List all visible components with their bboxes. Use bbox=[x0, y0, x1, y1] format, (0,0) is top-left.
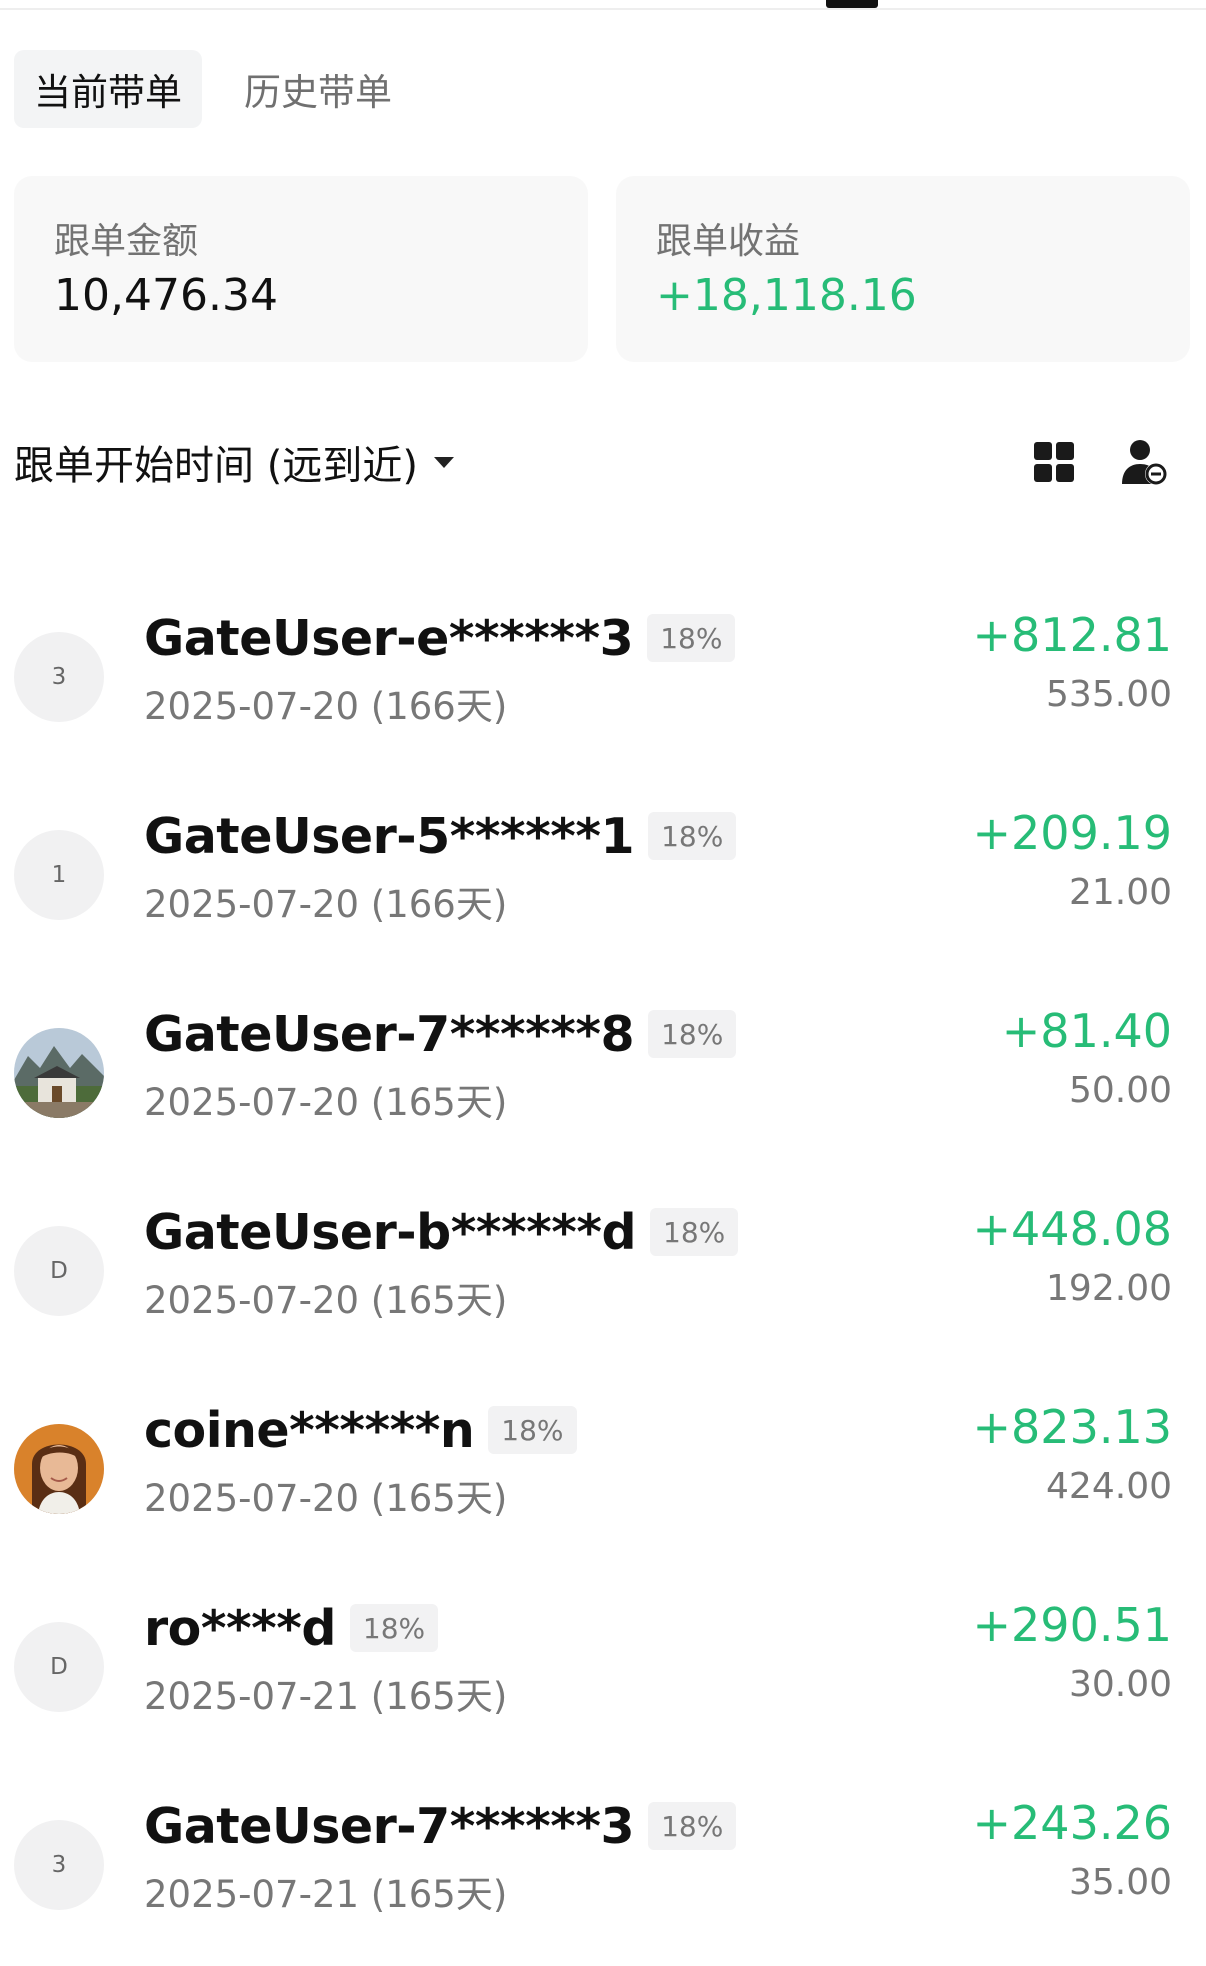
user-remove-icon[interactable] bbox=[1120, 438, 1168, 486]
share-rate-badge: 18% bbox=[488, 1406, 577, 1454]
follower-profit: +81.40 bbox=[1001, 1004, 1172, 1058]
copy-profit-card: 跟单收益 +18,118.16 bbox=[616, 176, 1190, 362]
share-rate-badge: 18% bbox=[648, 1010, 737, 1058]
follow-start-date: 2025-07-20 (165天) bbox=[144, 1279, 508, 1322]
follower-amount: 192.00 bbox=[1046, 1268, 1172, 1309]
top-divider bbox=[0, 8, 1206, 10]
follower-row[interactable]: 3 GateUser-e******3 18% 2025-07-20 (166天… bbox=[0, 600, 1206, 740]
follow-start-date: 2025-07-21 (165天) bbox=[144, 1873, 508, 1916]
avatar: 3 bbox=[14, 632, 104, 722]
avatar: 1 bbox=[14, 830, 104, 920]
top-tab-indicator bbox=[826, 0, 878, 8]
follower-amount: 30.00 bbox=[1068, 1664, 1172, 1705]
share-rate-badge: 18% bbox=[648, 812, 737, 860]
follower-name: GateUser-e******3 bbox=[144, 609, 634, 667]
sort-label: 跟单开始时间 (远到近) bbox=[14, 443, 418, 489]
follower-amount: 21.00 bbox=[1068, 872, 1172, 913]
follower-amount: 35.00 bbox=[1068, 1862, 1172, 1903]
share-rate-badge: 18% bbox=[349, 1604, 439, 1652]
follower-name: GateUser-b******d bbox=[144, 1203, 637, 1261]
follower-profit: +243.26 bbox=[972, 1796, 1173, 1850]
grid-icon[interactable] bbox=[1034, 442, 1074, 482]
copy-amount-card: 跟单金额 10,476.34 bbox=[14, 176, 588, 362]
tab-current-orders[interactable]: 当前带单 bbox=[14, 50, 202, 128]
follower-name: GateUser-5******1 bbox=[144, 807, 635, 865]
avatar: D bbox=[14, 1226, 104, 1316]
follower-name: GateUser-7******3 bbox=[144, 1797, 635, 1855]
follower-row[interactable]: GateUser-7******8 18% 2025-07-20 (165天) … bbox=[0, 996, 1206, 1136]
copy-profit-value: +18,118.16 bbox=[656, 270, 917, 321]
caret-down-icon bbox=[433, 456, 454, 468]
follower-row[interactable]: coine******n 18% 2025-07-20 (165天) +823.… bbox=[0, 1392, 1206, 1532]
follower-profit: +448.08 bbox=[972, 1202, 1173, 1256]
follower-row[interactable]: 3 GateUser-7******3 18% 2025-07-21 (165天… bbox=[0, 1788, 1206, 1928]
avatar: 3 bbox=[14, 1820, 104, 1910]
follower-row[interactable]: 1 GateUser-5******1 18% 2025-07-20 (166天… bbox=[0, 798, 1206, 938]
sort-dropdown[interactable]: 跟单开始时间 (远到近) bbox=[14, 432, 454, 492]
follower-amount: 50.00 bbox=[1068, 1070, 1172, 1111]
copy-amount-value: 10,476.34 bbox=[54, 270, 278, 321]
copy-amount-label: 跟单金额 bbox=[54, 221, 199, 262]
follow-start-date: 2025-07-20 (166天) bbox=[144, 883, 508, 926]
avatar-portrait-photo bbox=[14, 1424, 104, 1514]
avatar: D bbox=[14, 1622, 104, 1712]
share-rate-badge: 18% bbox=[650, 1208, 739, 1256]
follower-row[interactable]: D GateUser-b******d 18% 2025-07-20 (165天… bbox=[0, 1194, 1206, 1334]
follower-profit: +823.13 bbox=[972, 1400, 1173, 1454]
tab-bar: 当前带单 历史带单 bbox=[14, 50, 426, 128]
follow-start-date: 2025-07-20 (166天) bbox=[144, 685, 508, 728]
tab-history-orders[interactable]: 历史带单 bbox=[210, 50, 426, 128]
follow-start-date: 2025-07-20 (165天) bbox=[144, 1477, 508, 1520]
share-rate-badge: 18% bbox=[647, 614, 736, 662]
follower-name: coine******n bbox=[144, 1401, 475, 1459]
follower-profit: +812.81 bbox=[972, 608, 1173, 662]
share-rate-badge: 18% bbox=[648, 1802, 737, 1850]
follower-profit: +209.19 bbox=[972, 806, 1173, 860]
follower-row[interactable]: D ro****d 18% 2025-07-21 (165天) +290.51 … bbox=[0, 1590, 1206, 1730]
follow-start-date: 2025-07-20 (165天) bbox=[144, 1081, 508, 1124]
follower-name: GateUser-7******8 bbox=[144, 1005, 635, 1063]
follower-amount: 535.00 bbox=[1046, 674, 1172, 715]
follow-start-date: 2025-07-21 (165天) bbox=[144, 1675, 508, 1718]
avatar-landscape-photo bbox=[14, 1028, 104, 1118]
copy-profit-label: 跟单收益 bbox=[656, 221, 801, 262]
follower-profit: +290.51 bbox=[972, 1598, 1173, 1652]
follower-name: ro****d bbox=[144, 1599, 336, 1657]
follower-amount: 424.00 bbox=[1046, 1466, 1172, 1507]
